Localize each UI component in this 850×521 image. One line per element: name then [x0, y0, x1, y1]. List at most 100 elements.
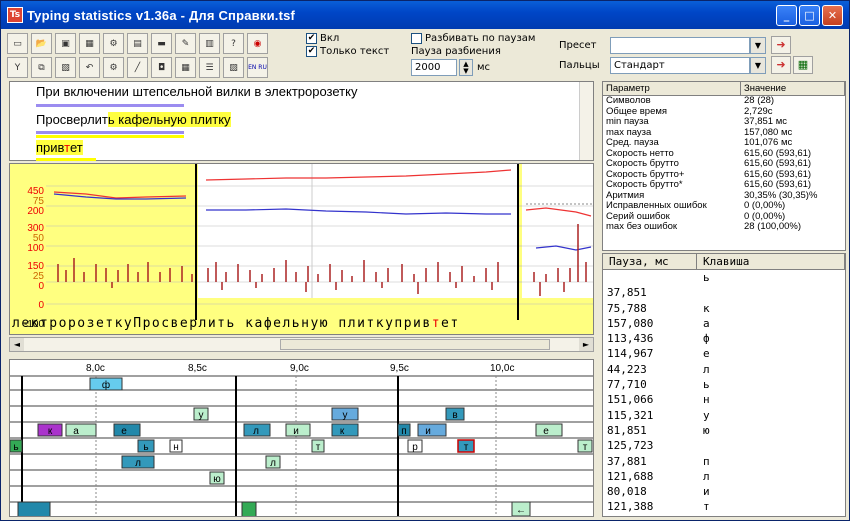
text-scrollbar[interactable]: [579, 82, 593, 160]
stat-param: Исправленных ошибок: [606, 200, 707, 211]
pause-key: л: [703, 362, 710, 376]
fingers-select[interactable]: Стандарт: [610, 57, 750, 74]
preset-dropdown-icon[interactable]: ▼: [750, 37, 766, 54]
table-row[interactable]: 77,710 ь: [603, 377, 845, 392]
pause-value: 37,881: [607, 454, 647, 468]
record-icon[interactable]: ◉: [247, 33, 268, 54]
svg-text:р: р: [412, 442, 418, 453]
pause-value: 121,688: [607, 469, 654, 483]
stat-param: Символов: [606, 95, 651, 106]
stat-value: 101,076 мс: [744, 137, 793, 148]
pauses-header-pause[interactable]: Пауза, мс: [603, 254, 697, 269]
copy-icon[interactable]: ⧉: [31, 57, 52, 78]
pause-value: 44,223: [607, 362, 647, 376]
table-row[interactable]: Скорость брутто 615,60 (593,61): [603, 158, 845, 170]
pause-key: ь: [703, 271, 710, 284]
stat-param: Сред. пауза: [606, 137, 659, 148]
stats-header-value[interactable]: Значение: [741, 82, 845, 95]
svg-text:л: л: [270, 458, 276, 469]
title-bar[interactable]: Ts Typing statistics v1.36a - Для Справк…: [1, 1, 849, 29]
close-button[interactable]: ✕: [822, 5, 843, 26]
help-icon[interactable]: ?: [223, 33, 244, 54]
chart-hscrollbar[interactable]: ◄ ►: [9, 337, 594, 352]
table-row[interactable]: Символов 28 (28): [603, 95, 845, 107]
table-row[interactable]: 81,851 ю: [603, 423, 845, 438]
pause-key: у: [703, 408, 710, 422]
pen-icon[interactable]: ╱: [127, 57, 148, 78]
table-row[interactable]: 80,018 и: [603, 484, 845, 499]
app-icon: Ts: [7, 7, 23, 23]
pause-value: 80,018: [607, 485, 647, 499]
open-folder-icon[interactable]: 📂: [31, 33, 52, 54]
text-line-3a: прив: [36, 140, 65, 155]
stats-table[interactable]: Параметр Значение Символов 28 (28) Общее в…: [602, 81, 846, 251]
key-strip: лектророзеткуПросверлить кафельную плитк…: [10, 316, 593, 334]
paste-icon[interactable]: ▧: [55, 57, 76, 78]
table-row[interactable]: 114,967 е: [603, 346, 845, 361]
fingers-label: Пальцы: [559, 60, 600, 71]
scroll-thumb[interactable]: [280, 339, 550, 350]
table-row[interactable]: Скорость брутто* 615,60 (593,61): [603, 179, 845, 191]
camera-icon[interactable]: ◘: [151, 57, 172, 78]
film-icon[interactable]: ▤: [127, 33, 148, 54]
table-row[interactable]: Исправленных ошибок 0 (0,00%): [603, 200, 845, 212]
scroll-left-icon[interactable]: ◄: [10, 338, 24, 351]
table-row[interactable]: 37,881 п: [603, 454, 845, 469]
filter-icon[interactable]: Y: [7, 57, 28, 78]
lines-icon[interactable]: ☰: [199, 57, 220, 78]
table-row[interactable]: max без ошибок 28 (100,00%): [603, 221, 845, 233]
maximize-button[interactable]: □: [799, 5, 820, 26]
keyboard-icon[interactable]: ▬: [151, 33, 172, 54]
text-panel[interactable]: При включении штепсельной вилки в электр…: [9, 81, 594, 161]
table-row[interactable]: 125,723: [603, 438, 845, 453]
image-export-icon[interactable]: ▦: [79, 33, 100, 54]
table-row[interactable]: 121,688 л: [603, 469, 845, 484]
fingers-dropdown-icon[interactable]: ▼: [750, 57, 766, 74]
calendar-icon[interactable]: ▥: [199, 33, 220, 54]
scroll-right-icon[interactable]: ►: [579, 338, 593, 351]
split-option[interactable]: Разбивать по паузам: [411, 33, 535, 44]
only-text-checkbox[interactable]: ✔: [306, 46, 317, 57]
grid-icon[interactable]: ▦: [175, 57, 196, 78]
table-row[interactable]: 75,788 к: [603, 301, 845, 316]
svg-text:л: л: [135, 458, 141, 469]
minimize-button[interactable]: _: [776, 5, 797, 26]
settings-icon[interactable]: ⚙: [103, 33, 124, 54]
table-row[interactable]: 121,388 т: [603, 499, 845, 514]
stats-rows: Символов 28 (28) Общее время 2,729с min пауз…: [603, 95, 845, 233]
fingers-edit-icon[interactable]: ▦: [793, 56, 813, 74]
key-strip-a: лектророзеткуПросверлить кафельную плитк…: [12, 316, 432, 331]
table-row[interactable]: 151,066 н: [603, 392, 845, 407]
table-row[interactable]: 113,436 ф: [603, 331, 845, 346]
save-icon[interactable]: ▣: [55, 33, 76, 54]
tools-icon[interactable]: ✎: [175, 33, 196, 54]
preset-apply-icon[interactable]: ➜: [771, 36, 791, 54]
table-row[interactable]: 157,080 а: [603, 316, 845, 331]
config-icon[interactable]: ⚙: [103, 57, 124, 78]
table-row[interactable]: 115,321 у: [603, 408, 845, 423]
lang-icon[interactable]: EN RU: [247, 57, 268, 78]
table-row[interactable]: 37,851: [603, 285, 845, 300]
new-file-icon[interactable]: ▭: [7, 33, 28, 54]
split-checkbox[interactable]: [411, 33, 422, 44]
table-row[interactable]: Сред. пауза 101,076 мс: [603, 137, 845, 149]
stats-header-param[interactable]: Параметр: [603, 82, 741, 95]
chart-plot[interactable]: [46, 164, 593, 320]
svg-text:е: е: [543, 426, 549, 437]
vkl-option[interactable]: ✔ Вкл: [306, 33, 339, 44]
pause-spinner[interactable]: ▲ ▼: [459, 59, 473, 76]
preset-select[interactable]: [610, 37, 750, 54]
undo-icon[interactable]: ↶: [79, 57, 100, 78]
vkl-checkbox[interactable]: ✔: [306, 33, 317, 44]
table-row[interactable]: 44,223 л: [603, 362, 845, 377]
pauses-header-key[interactable]: Клавиша: [697, 254, 845, 269]
table-row[interactable]: min пауза 37,851 мс: [603, 116, 845, 128]
pause-input[interactable]: 2000: [411, 59, 457, 76]
only-text-option[interactable]: ✔ Только текст: [306, 46, 389, 57]
table-row[interactable]: ь: [603, 270, 845, 285]
pauses-table[interactable]: Пауза, мс Клавиша ь 37,851 75,788 к 157,080 а…: [602, 253, 846, 517]
fingers-apply-icon[interactable]: ➜: [771, 56, 791, 74]
chart-icon[interactable]: ▨: [223, 57, 244, 78]
keyboard-timeline[interactable]: 8,0c 8,5c 9,0c 9,5c 10,0c ф у у в к а е …: [9, 359, 594, 517]
tick-9-0: 9,0c: [290, 363, 309, 374]
